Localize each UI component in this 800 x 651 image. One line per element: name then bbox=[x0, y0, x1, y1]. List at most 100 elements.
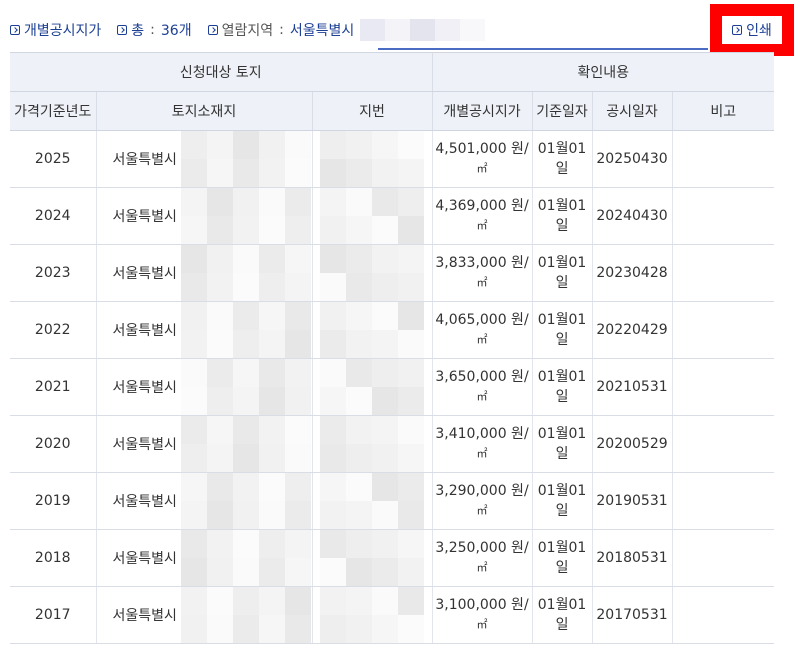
cell-base-date: 01월01 일 bbox=[532, 586, 593, 644]
cell-note bbox=[672, 187, 775, 245]
address-content: 서울특별시 bbox=[97, 416, 312, 472]
price-unit: ㎡ bbox=[476, 162, 488, 175]
chevron-right-icon bbox=[207, 25, 218, 35]
table-row: 2021 서울특별시 3,650,000 원/ ㎡ 01월01 일 20210531 bbox=[10, 358, 775, 416]
price-value: 3,250,000 원/ bbox=[435, 540, 529, 556]
price-unit: ㎡ bbox=[476, 618, 488, 631]
cell-base-date: 01월01 일 bbox=[532, 358, 593, 416]
col-header-note: 비고 bbox=[672, 91, 775, 131]
cell-note bbox=[672, 472, 775, 530]
address-content: 서울특별시 bbox=[97, 359, 312, 415]
address-redacted-blur bbox=[180, 131, 311, 187]
address-text: 서울특별시 bbox=[112, 323, 177, 339]
cell-note bbox=[672, 244, 775, 302]
print-button[interactable]: 인쇄 bbox=[722, 16, 782, 44]
address-content: 서울특별시 bbox=[97, 302, 312, 358]
land-price-table-wrap: 신청대상 토지 확인내용 가격기준년도 토지소재지 지번 개별공시지가 기준일자… bbox=[10, 52, 775, 644]
jibun-redacted-blur bbox=[320, 587, 424, 643]
cell-address: 서울특별시 bbox=[96, 244, 313, 302]
cell-year: 2018 bbox=[10, 529, 97, 587]
cell-note bbox=[672, 415, 775, 473]
cell-address: 서울특별시 bbox=[96, 472, 313, 530]
print-label: 인쇄 bbox=[746, 23, 772, 39]
cell-announce-date: 20210531 bbox=[592, 358, 673, 416]
info-region: 열람지역 : 서울특별시 bbox=[207, 19, 486, 41]
cell-year: 2020 bbox=[10, 415, 97, 473]
cell-price: 4,369,000 원/ ㎡ bbox=[432, 187, 533, 245]
base-date-line1: 01월01 bbox=[537, 198, 587, 214]
address-text: 서울특별시 bbox=[112, 152, 177, 168]
jibun-redacted-blur bbox=[320, 188, 424, 244]
address-text: 서울특별시 bbox=[112, 209, 177, 225]
address-text: 서울특별시 bbox=[112, 380, 177, 396]
info-bar: 개별공시지가 총 : 36개 열람지역 : 서울특별시 bbox=[10, 18, 501, 42]
address-text: 서울특별시 bbox=[112, 608, 177, 624]
price-value: 4,369,000 원/ bbox=[435, 198, 529, 214]
group-header-confirm: 확인내용 bbox=[432, 52, 775, 92]
cell-announce-date: 20250430 bbox=[592, 130, 673, 188]
address-redacted-blur bbox=[180, 473, 311, 529]
base-date-line2: 일 bbox=[555, 560, 569, 576]
cell-address: 서울특별시 bbox=[96, 358, 313, 416]
price-unit: ㎡ bbox=[476, 219, 488, 232]
cell-year: 2021 bbox=[10, 358, 97, 416]
cell-announce-date: 20200529 bbox=[592, 415, 673, 473]
cell-address: 서울특별시 bbox=[96, 415, 313, 473]
cell-jibun bbox=[312, 187, 433, 245]
cell-base-date: 01월01 일 bbox=[532, 529, 593, 587]
chevron-right-icon bbox=[10, 25, 20, 35]
cell-jibun bbox=[312, 529, 433, 587]
cell-jibun bbox=[312, 586, 433, 644]
address-content: 서울특별시 bbox=[97, 131, 312, 187]
cell-note bbox=[672, 301, 775, 359]
cell-year: 2019 bbox=[10, 472, 97, 530]
cell-address: 서울특별시 bbox=[96, 529, 313, 587]
cell-year: 2025 bbox=[10, 130, 97, 188]
cell-year: 2024 bbox=[10, 187, 97, 245]
cell-base-date: 01월01 일 bbox=[532, 415, 593, 473]
col-header-base-date: 기준일자 bbox=[532, 91, 593, 131]
base-date-line1: 01월01 bbox=[537, 483, 587, 499]
cell-jibun bbox=[312, 130, 433, 188]
base-date-line1: 01월01 bbox=[537, 312, 587, 328]
address-redacted-blur bbox=[180, 530, 311, 586]
cell-address: 서울특별시 bbox=[96, 586, 313, 644]
cell-year: 2017 bbox=[10, 586, 97, 644]
jibun-redacted-blur bbox=[320, 473, 424, 529]
address-redacted-blur bbox=[180, 302, 311, 358]
address-text: 서울특별시 bbox=[112, 266, 177, 282]
price-value: 3,650,000 원/ bbox=[435, 369, 529, 385]
base-date-line1: 01월01 bbox=[537, 141, 587, 157]
col-header-jibun: 지번 bbox=[312, 91, 433, 131]
cell-base-date: 01월01 일 bbox=[532, 244, 593, 302]
base-date-line2: 일 bbox=[555, 332, 569, 348]
address-redacted-blur bbox=[180, 359, 311, 415]
price-unit: ㎡ bbox=[476, 447, 488, 460]
table-row: 2018 서울특별시 3,250,000 원/ ㎡ 01월01 일 20180531 bbox=[10, 529, 775, 587]
base-date-line1: 01월01 bbox=[537, 540, 587, 556]
jibun-redacted-blur bbox=[320, 416, 424, 472]
info-type: 개별공시지가 bbox=[10, 20, 101, 40]
address-content: 서울특별시 bbox=[97, 188, 312, 244]
col-header-price: 개별공시지가 bbox=[432, 91, 533, 131]
address-content: 서울특별시 bbox=[97, 587, 312, 643]
info-region-value: 서울특별시 bbox=[289, 23, 355, 39]
table-body: 2025 서울특별시 4,501,000 원/㎡ 01월01 일 20250430 2024… bbox=[10, 130, 775, 644]
cell-note bbox=[672, 130, 775, 188]
cell-price: 3,250,000 원/ ㎡ bbox=[432, 529, 533, 587]
price-value: 3,833,000 원/ bbox=[435, 255, 529, 271]
info-separator: : bbox=[279, 22, 284, 38]
table-row: 2019 서울특별시 3,290,000 원/ ㎡ 01월01 일 20190531 bbox=[10, 472, 775, 530]
info-type-label: 개별공시지가 bbox=[24, 23, 102, 39]
base-date-line1: 01월01 bbox=[537, 597, 587, 613]
address-redacted-blur bbox=[180, 245, 311, 301]
address-redacted-blur bbox=[180, 188, 311, 244]
cell-base-date: 01월01 일 bbox=[532, 130, 593, 188]
info-region-label: 열람지역 bbox=[221, 23, 274, 39]
base-date-line2: 일 bbox=[555, 275, 569, 291]
cell-base-date: 01월01 일 bbox=[532, 472, 593, 530]
base-date-line1: 01월01 bbox=[537, 369, 587, 385]
cell-base-date: 01월01 일 bbox=[532, 187, 593, 245]
chevron-right-icon bbox=[117, 25, 128, 35]
base-date-line2: 일 bbox=[555, 161, 569, 177]
